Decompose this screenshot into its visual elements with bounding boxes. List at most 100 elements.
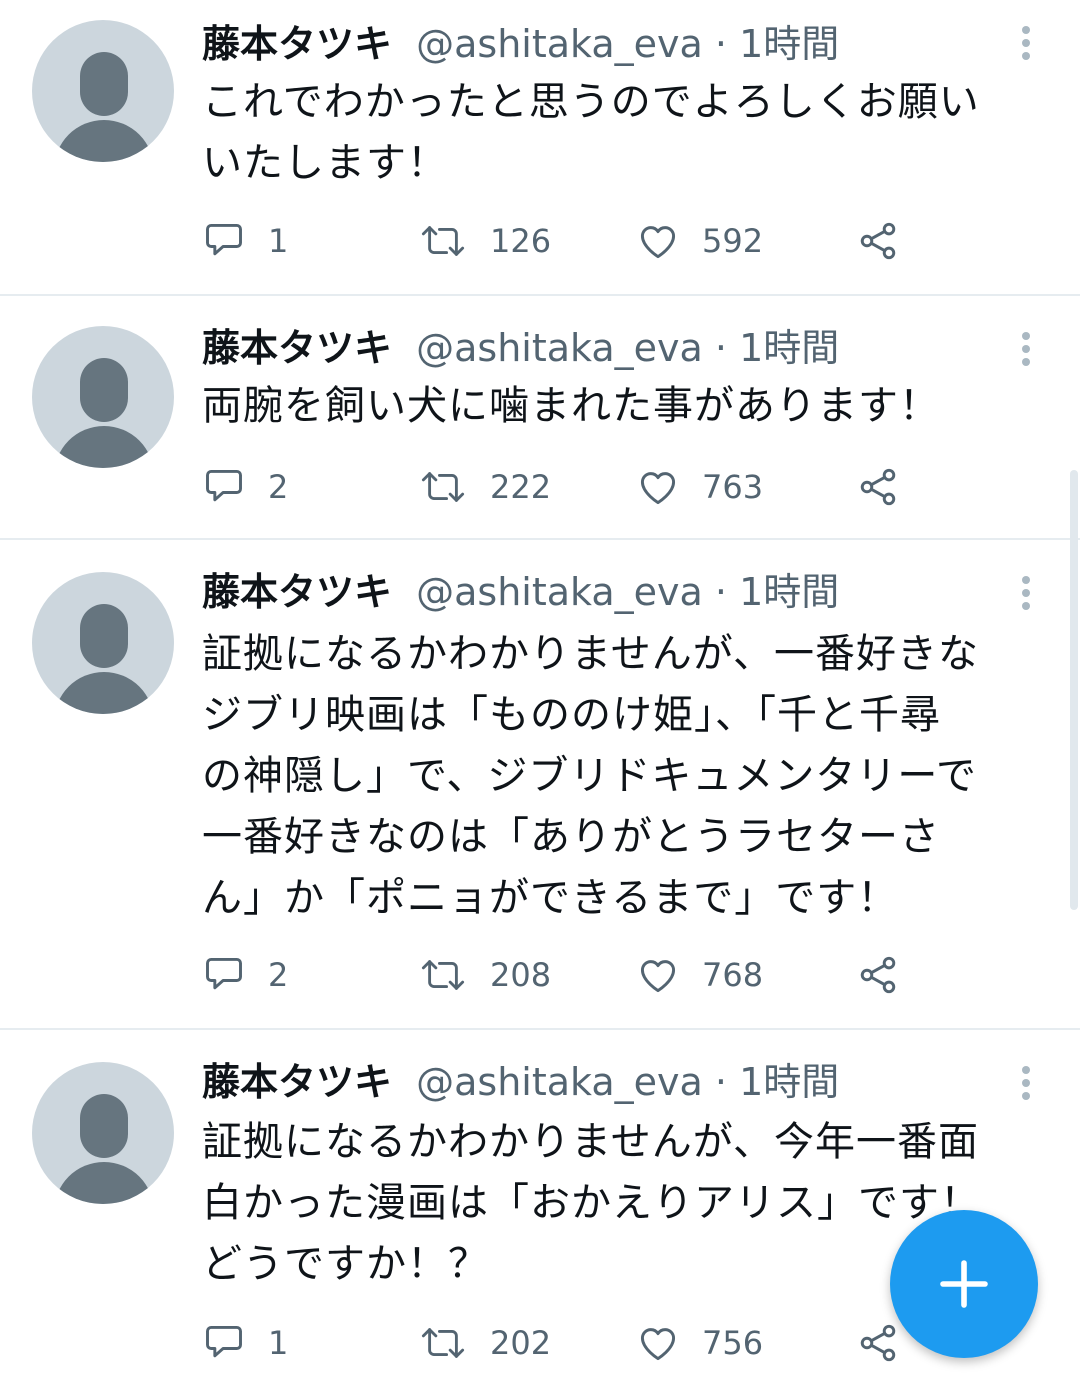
more-options-icon[interactable] bbox=[1018, 26, 1034, 66]
tweet-text-line: 両腕を飼い犬に噛まれた事があります！ bbox=[202, 383, 940, 429]
like-count: 756 bbox=[702, 1324, 764, 1362]
timestamp[interactable]: 1時間 bbox=[739, 570, 839, 614]
retweet-arrows-icon bbox=[421, 472, 465, 502]
heart-outline-icon bbox=[640, 960, 676, 993]
tweet[interactable]: 藤本タツキ @ashitaka_eva · 1時間 これでわかったと思うのでよろ… bbox=[0, 0, 1080, 296]
tweet-text-line: これでわかったと思うのでよろしくお願い bbox=[202, 79, 980, 125]
reply-count: 1 bbox=[268, 222, 289, 260]
speech-bubble-icon bbox=[206, 1325, 242, 1358]
reply-count: 2 bbox=[268, 468, 289, 506]
tweet-text: これでわかったと思うのでよろしくお願い いたします！ bbox=[202, 72, 1042, 194]
author-handle[interactable]: @ashitaka_eva bbox=[416, 326, 703, 370]
plus-icon bbox=[940, 1260, 988, 1308]
retweet-arrows-icon bbox=[421, 226, 465, 256]
tweet-text-line: 証拠になるかわかりませんが、今年一番面 bbox=[202, 1119, 979, 1165]
author-name[interactable]: 藤本タツキ bbox=[202, 326, 392, 370]
more-options-icon[interactable] bbox=[1018, 1066, 1034, 1106]
like-button[interactable]: 756 bbox=[636, 1318, 763, 1368]
scrollbar-thumb[interactable] bbox=[1070, 470, 1078, 910]
action-bar: 2 222 763 bbox=[202, 462, 922, 512]
like-button[interactable]: 592 bbox=[636, 216, 763, 266]
author-name[interactable]: 藤本タツキ bbox=[202, 22, 392, 66]
tweet-header: 藤本タツキ @ashitaka_eva · 1時間 bbox=[202, 20, 839, 68]
author-handle[interactable]: @ashitaka_eva bbox=[416, 22, 703, 66]
retweet-count: 202 bbox=[490, 1324, 552, 1362]
timestamp[interactable]: 1時間 bbox=[739, 326, 839, 370]
tweet-header: 藤本タツキ @ashitaka_eva · 1時間 bbox=[202, 568, 839, 616]
reply-count: 1 bbox=[268, 1324, 289, 1362]
heart-outline-icon bbox=[640, 472, 676, 505]
share-button[interactable] bbox=[856, 216, 900, 266]
tweet-header: 藤本タツキ @ashitaka_eva · 1時間 bbox=[202, 324, 839, 372]
retweet-arrows-icon bbox=[421, 960, 465, 990]
author-name[interactable]: 藤本タツキ bbox=[202, 1060, 392, 1104]
share-nodes-icon bbox=[860, 1324, 896, 1362]
separator-dot: · bbox=[714, 326, 727, 370]
separator-dot: · bbox=[714, 22, 727, 66]
speech-bubble-icon bbox=[206, 469, 242, 502]
author-handle[interactable]: @ashitaka_eva bbox=[416, 570, 703, 614]
like-count: 592 bbox=[702, 222, 764, 260]
reply-button[interactable]: 1 bbox=[202, 216, 288, 266]
share-button[interactable] bbox=[856, 462, 900, 512]
share-button[interactable] bbox=[856, 1318, 900, 1368]
separator-dot: · bbox=[714, 1060, 727, 1104]
avatar-head-shape bbox=[80, 604, 128, 668]
like-button[interactable]: 768 bbox=[636, 950, 763, 1000]
more-options-icon[interactable] bbox=[1018, 576, 1034, 616]
like-count: 768 bbox=[702, 956, 764, 994]
avatar-head-shape bbox=[80, 358, 128, 422]
retweet-button[interactable]: 202 bbox=[418, 1318, 551, 1368]
retweet-count: 126 bbox=[490, 222, 552, 260]
tweet-text-line: いたします！ bbox=[202, 140, 448, 186]
like-button[interactable]: 763 bbox=[636, 462, 763, 512]
share-nodes-icon bbox=[860, 468, 896, 506]
heart-outline-icon bbox=[640, 226, 676, 259]
compose-tweet-button[interactable] bbox=[890, 1210, 1038, 1358]
avatar-body-shape bbox=[54, 120, 154, 162]
separator-dot: · bbox=[714, 570, 727, 614]
action-bar: 1 126 592 bbox=[202, 216, 922, 266]
reply-button[interactable]: 2 bbox=[202, 950, 288, 1000]
tweet-text-line: 一番好きなのは「ありがとうラセターさ bbox=[202, 814, 940, 860]
share-nodes-icon bbox=[860, 222, 896, 260]
retweet-arrows-icon bbox=[421, 1328, 465, 1358]
avatar-head-shape bbox=[80, 52, 128, 116]
avatar-head-shape bbox=[80, 1094, 128, 1158]
avatar[interactable] bbox=[32, 20, 174, 162]
author-handle[interactable]: @ashitaka_eva bbox=[416, 1060, 703, 1104]
tweet-text-line: 白かった漫画は「おかえりアリス」です！ bbox=[202, 1180, 981, 1226]
reply-button[interactable]: 1 bbox=[202, 1318, 288, 1368]
tweet-text: 証拠になるかわかりませんが、一番好きな ジブリ映画は「もののけ姫」、「千と千尋 … bbox=[202, 624, 1042, 929]
avatar-body-shape bbox=[54, 1162, 154, 1204]
tweet-text: 両腕を飼い犬に噛まれた事があります！ bbox=[202, 376, 1042, 437]
tweet[interactable]: 藤本タツキ @ashitaka_eva · 1時間 両腕を飼い犬に噛まれた事があ… bbox=[0, 296, 1080, 540]
avatar-body-shape bbox=[54, 426, 154, 468]
tweet-text-line: の神隠し」で、ジブリドキュメンタリーで bbox=[202, 753, 977, 799]
heart-outline-icon bbox=[640, 1328, 676, 1361]
tweet-text-line: 証拠になるかわかりませんが、一番好きな bbox=[202, 631, 979, 677]
reply-button[interactable]: 2 bbox=[202, 462, 288, 512]
retweet-count: 222 bbox=[490, 468, 552, 506]
tweet[interactable]: 藤本タツキ @ashitaka_eva · 1時間 証拠になるかわかりませんが、… bbox=[0, 1030, 1080, 1398]
avatar-body-shape bbox=[54, 672, 154, 714]
timestamp[interactable]: 1時間 bbox=[739, 1060, 839, 1104]
share-button[interactable] bbox=[856, 950, 900, 1000]
action-bar: 2 208 768 bbox=[202, 950, 922, 1000]
tweet-text-line: ジブリ映画は「もののけ姫」、「千と千尋 bbox=[202, 692, 941, 738]
tweet[interactable]: 藤本タツキ @ashitaka_eva · 1時間 証拠になるかわかりませんが、… bbox=[0, 540, 1080, 1030]
like-count: 763 bbox=[702, 468, 764, 506]
avatar[interactable] bbox=[32, 326, 174, 468]
timestamp[interactable]: 1時間 bbox=[739, 22, 839, 66]
retweet-button[interactable]: 208 bbox=[418, 950, 551, 1000]
retweet-button[interactable]: 126 bbox=[418, 216, 551, 266]
avatar[interactable] bbox=[32, 572, 174, 714]
avatar[interactable] bbox=[32, 1062, 174, 1204]
tweet-text-line: ん」か「ポニョができるまで」です！ bbox=[202, 875, 899, 921]
speech-bubble-icon bbox=[206, 223, 242, 256]
author-name[interactable]: 藤本タツキ bbox=[202, 570, 392, 614]
more-options-icon[interactable] bbox=[1018, 332, 1034, 372]
retweet-count: 208 bbox=[490, 956, 552, 994]
retweet-button[interactable]: 222 bbox=[418, 462, 551, 512]
speech-bubble-icon bbox=[206, 957, 242, 990]
